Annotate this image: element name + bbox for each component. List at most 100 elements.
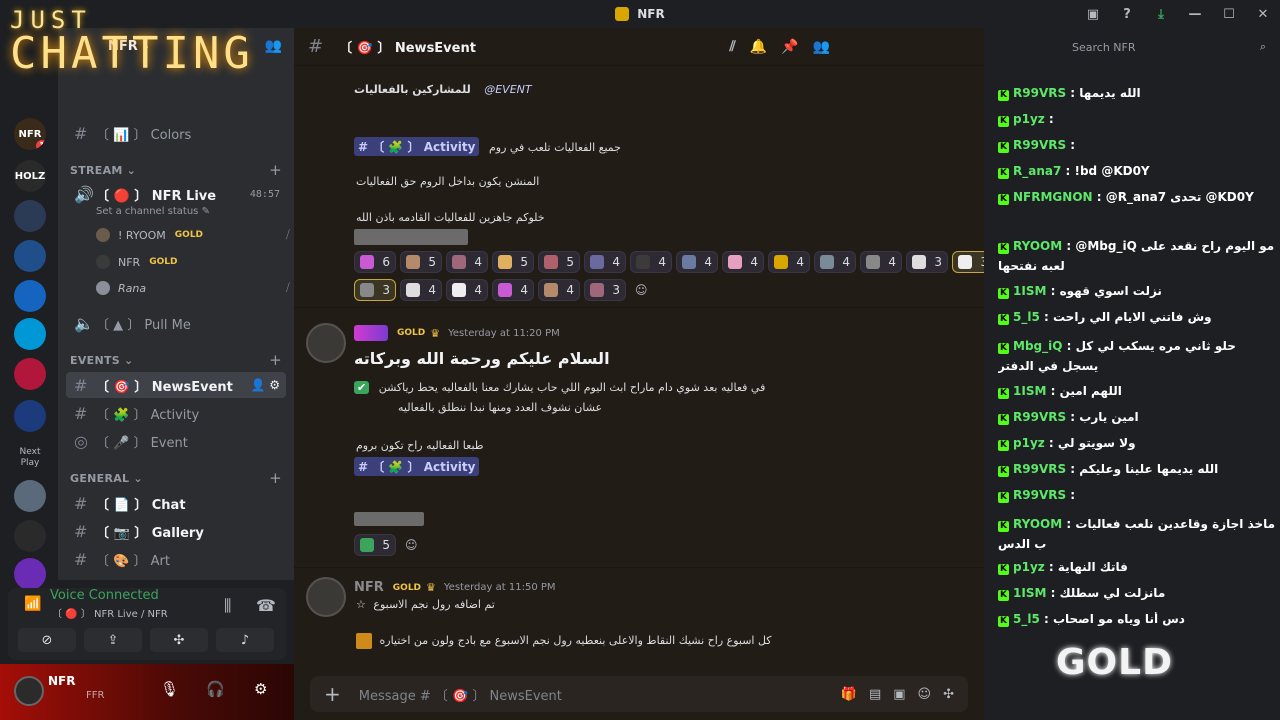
user-subtext: FFR — [86, 690, 105, 701]
channel-settings-icons[interactable]: 👤 ⚙ — [250, 378, 280, 392]
channel-gallery[interactable]: # 〔 📷 〕 Gallery — [66, 518, 286, 544]
server-icon[interactable] — [14, 400, 46, 432]
server-icon[interactable] — [14, 358, 46, 390]
kick-badge-icon: K — [998, 343, 1009, 354]
reaction[interactable]: 4 — [538, 279, 580, 301]
reaction[interactable]: 4 — [676, 251, 718, 273]
voice-user[interactable]: NFR GOLD — [96, 255, 180, 269]
channel-newsevent[interactable]: # 〔 🎯 〕 NewsEvent 👤 ⚙ — [66, 372, 286, 398]
add-reaction-button[interactable]: ☺ — [400, 534, 423, 556]
close-button[interactable]: ✕ — [1246, 7, 1280, 22]
emoji-icon[interactable]: ☺ — [918, 687, 932, 702]
server-icon[interactable] — [14, 200, 46, 232]
reaction[interactable]: 3 — [906, 251, 948, 273]
inbox-icon[interactable]: ▣ — [1076, 7, 1110, 22]
maximize-button[interactable]: ☐ — [1212, 7, 1246, 22]
voice-channel-nfr-live[interactable]: 🔊 〔 🔴 〕 NFR Live 48:57 — [66, 181, 286, 207]
add-channel-icon[interactable]: + — [269, 161, 282, 179]
member-manage-icon[interactable]: 👥 — [265, 38, 282, 54]
channel-event[interactable]: ◎ 〔 🎤 〕 Event — [66, 428, 286, 454]
channel-activity[interactable]: # 〔 🧩 〕 Activity — [66, 400, 286, 426]
headphones-icon[interactable]: 🎧 — [206, 680, 225, 698]
add-channel-icon[interactable]: + — [269, 351, 282, 369]
gear-icon[interactable]: ⚙ — [254, 680, 267, 698]
reaction[interactable]: 4 — [722, 251, 764, 273]
reaction[interactable]: 4 — [446, 279, 488, 301]
bell-icon[interactable]: 🔔 — [750, 39, 767, 55]
server-icon[interactable]: NFR 1 — [14, 118, 46, 150]
reaction[interactable]: 5 — [492, 251, 534, 273]
channel-art[interactable]: # 〔 🎨 〕 Art — [66, 546, 286, 572]
reaction[interactable]: 4 — [584, 251, 626, 273]
search-input[interactable]: Search NFR ⌕ — [1066, 36, 1272, 58]
threads-icon[interactable]: ⫽ — [729, 39, 735, 55]
server-icon[interactable] — [14, 520, 46, 552]
noise-suppression-icon[interactable]: ⫼ — [224, 596, 231, 616]
channel-mention[interactable]: # 〔 🧩 〕 Activity — [354, 137, 480, 156]
avatar[interactable] — [306, 323, 346, 363]
reaction[interactable]: 6 — [354, 251, 396, 273]
channel-mention[interactable]: # 〔 🧩 〕 Activity — [354, 457, 480, 476]
author-name[interactable]: NFR — [354, 580, 384, 595]
mention[interactable]: @EVENT — [484, 83, 531, 96]
image-placeholder[interactable] — [354, 512, 424, 526]
hash-icon: # — [74, 375, 88, 395]
gift-icon[interactable]: 🎁 — [841, 687, 857, 702]
reaction[interactable]: 4 — [492, 279, 534, 301]
download-icon[interactable]: ⤓ — [1144, 7, 1178, 22]
channel-status[interactable]: Set a channel status ✎ — [96, 206, 210, 217]
avatar[interactable] — [306, 577, 346, 617]
reaction[interactable]: 3 — [584, 279, 626, 301]
channel-colors[interactable]: # 〔 📊 〕 Colors — [66, 120, 286, 146]
author-name-art[interactable] — [354, 325, 388, 341]
server-icon[interactable] — [14, 480, 46, 512]
help-icon[interactable]: ? — [1110, 7, 1144, 22]
server-icon[interactable] — [14, 558, 46, 590]
kick-badge-icon: K — [998, 388, 1009, 399]
reaction[interactable]: 4 — [630, 251, 672, 273]
server-icon[interactable] — [14, 240, 46, 272]
sticker-icon[interactable]: ▣ — [893, 687, 905, 702]
reaction[interactable]: 4 — [814, 251, 856, 273]
camera-button[interactable]: ⊘ — [18, 628, 76, 652]
minimize-button[interactable]: — — [1178, 7, 1212, 22]
channel-chat[interactable]: # 〔 📄 〕 Chat — [66, 490, 286, 516]
microphone-icon[interactable]: 🎙 — [160, 680, 179, 698]
reaction[interactable]: 4 — [860, 251, 902, 273]
reaction[interactable]: 3 — [354, 279, 396, 301]
reaction-checkmark[interactable]: 5 — [354, 534, 396, 556]
members-icon[interactable]: 👥 — [813, 39, 830, 55]
soundboard-button[interactable]: ♪ — [216, 628, 274, 652]
add-reaction-button[interactable]: ☺ — [630, 279, 653, 301]
add-channel-icon[interactable]: + — [269, 469, 282, 487]
voice-user[interactable]: Rana ⧸ — [96, 281, 290, 295]
server-icon[interactable] — [14, 280, 46, 312]
reaction[interactable]: 4 — [446, 251, 488, 273]
category-events[interactable]: EVENTS ⌄ + — [70, 350, 282, 370]
stream-chat-message: K NFRMGNON : @R_ana7 تحدى @KD0Y — [998, 190, 1276, 205]
reaction[interactable]: 4 — [400, 279, 442, 301]
voice-user[interactable]: ! RYOOM GOLD ⧸ — [96, 228, 290, 242]
avatar[interactable] — [14, 676, 44, 706]
screen-share-button[interactable]: ⇪ — [84, 628, 142, 652]
category-general[interactable]: GENERAL ⌄ + — [70, 468, 282, 488]
image-placeholder[interactable] — [354, 229, 468, 245]
reaction[interactable]: 4 — [768, 251, 810, 273]
voice-channel-pull-me[interactable]: 🔈 〔 ▲ 〕 Pull Me — [66, 310, 286, 336]
message-composer[interactable]: + Message # 〔 🎯 〕 NewsEvent 🎁 ▤ ▣ ☺ ✣ — [310, 676, 968, 712]
gif-icon[interactable]: ▤ — [869, 687, 881, 702]
reaction[interactable]: 5 — [400, 251, 442, 273]
reaction[interactable]: 3 — [952, 251, 984, 273]
apps-icon[interactable]: ✣ — [943, 687, 954, 702]
server-icon[interactable] — [14, 318, 46, 350]
activity-button[interactable]: ✣ — [150, 628, 208, 652]
attach-plus-icon[interactable]: + — [324, 682, 341, 706]
voice-channel-path[interactable]: 〔 🔴 〕 NFR Live / NFR — [52, 605, 168, 620]
disconnect-icon[interactable]: ☎ — [256, 596, 276, 615]
category-stream[interactable]: STREAM ⌄ + — [70, 160, 282, 180]
pin-icon[interactable]: 📌 — [781, 39, 798, 55]
reaction[interactable]: 5 — [538, 251, 580, 273]
server-icon[interactable]: HOLZ — [14, 160, 46, 192]
server-icon[interactable]: Next Play — [14, 442, 46, 474]
voice-status[interactable]: Voice Connected — [50, 588, 159, 603]
